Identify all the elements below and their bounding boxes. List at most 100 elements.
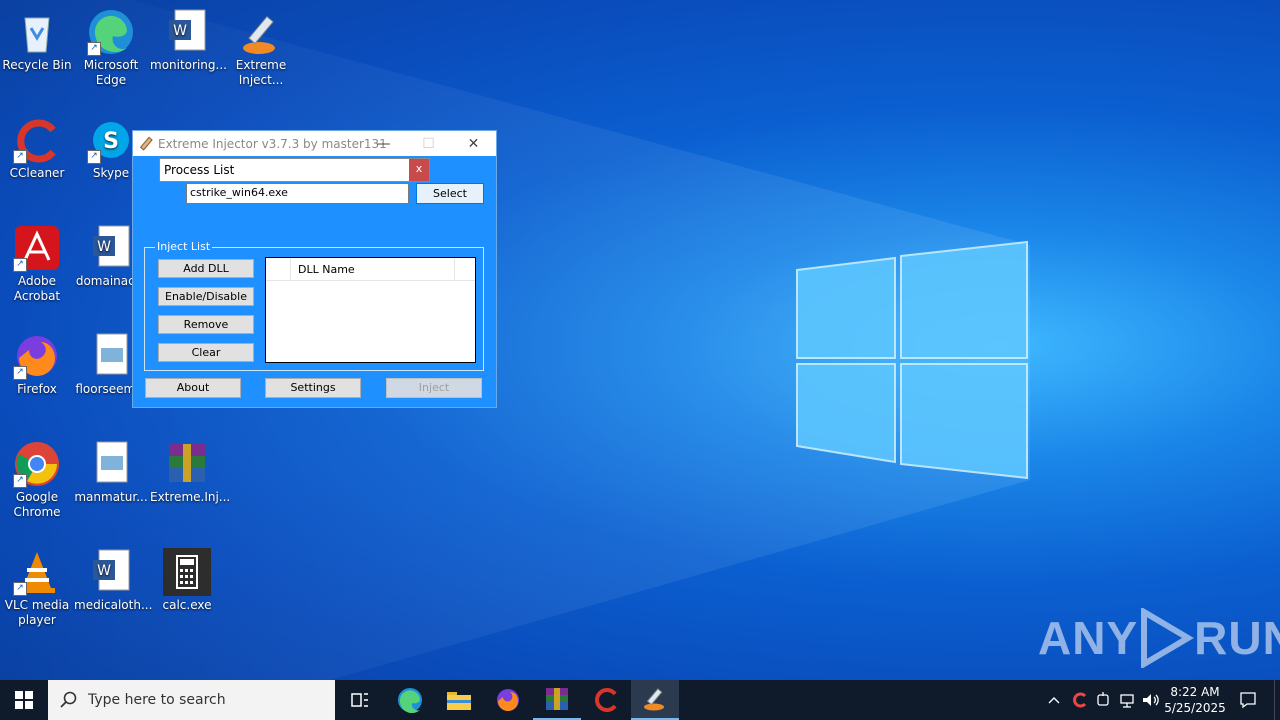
desktop-icon-medicaloth[interactable]: W medicaloth... bbox=[74, 548, 152, 613]
start-button[interactable] bbox=[0, 680, 48, 720]
about-button[interactable]: About bbox=[145, 378, 241, 398]
taskbar-file-explorer[interactable] bbox=[435, 680, 483, 720]
taskbar-winrar[interactable] bbox=[533, 680, 581, 720]
calculator-icon bbox=[163, 548, 211, 596]
syringe-icon bbox=[644, 688, 664, 711]
skype-icon: S ↗ bbox=[87, 116, 135, 164]
recycle-bin-icon bbox=[13, 8, 61, 56]
taskbar-extreme-injector[interactable] bbox=[631, 680, 679, 720]
chrome-icon: ↗ bbox=[13, 440, 61, 488]
inject-button[interactable]: Inject bbox=[386, 378, 482, 398]
remove-button[interactable]: Remove bbox=[158, 315, 254, 334]
search-icon bbox=[60, 691, 77, 708]
minimize-button[interactable]: — bbox=[361, 131, 406, 156]
shortcut-arrow-icon: ↗ bbox=[87, 42, 101, 56]
desktop-icon-extreme-inj-archive[interactable]: Extreme.Inj... bbox=[150, 440, 230, 505]
ccleaner-icon bbox=[595, 688, 617, 712]
icon-label: Microsoft Edge bbox=[83, 58, 139, 87]
taskbar-ccleaner[interactable] bbox=[582, 680, 630, 720]
desktop-icon-calc[interactable]: calc.exe bbox=[150, 548, 224, 613]
dll-name-column-header[interactable]: DLL Name bbox=[298, 263, 355, 276]
icon-label: medicaloth... bbox=[74, 598, 153, 612]
word-document-icon: W bbox=[163, 8, 211, 56]
action-center-button[interactable] bbox=[1234, 680, 1262, 720]
desktop-icon-vlc[interactable]: ↗ VLC media player bbox=[0, 548, 74, 628]
inject-list-group: Inject List Add DLL Enable/Disable Remov… bbox=[144, 240, 484, 371]
shortcut-arrow-icon: ↗ bbox=[13, 150, 27, 164]
image-file-icon bbox=[87, 440, 135, 488]
clear-button[interactable]: Clear bbox=[158, 343, 254, 362]
icon-label: VLC media player bbox=[4, 598, 70, 627]
shortcut-arrow-icon: ↗ bbox=[13, 474, 27, 488]
windows-start-icon bbox=[15, 691, 33, 709]
desktop-icon-ccleaner[interactable]: ↗ CCleaner bbox=[0, 116, 74, 181]
checkbox-column-divider bbox=[290, 258, 291, 280]
ccleaner-icon: ↗ bbox=[13, 116, 61, 164]
notification-icon bbox=[1240, 692, 1256, 709]
firefox-icon: ↗ bbox=[13, 332, 61, 380]
icon-label: CCleaner bbox=[9, 166, 65, 180]
show-desktop-button[interactable] bbox=[1274, 680, 1280, 720]
tray-overflow-chevron[interactable] bbox=[1044, 680, 1064, 720]
maximize-button[interactable]: ☐ bbox=[406, 131, 451, 156]
enable-disable-button[interactable]: Enable/Disable bbox=[158, 287, 254, 306]
shortcut-arrow-icon: ↗ bbox=[87, 150, 101, 164]
ccleaner-tray-icon bbox=[1073, 692, 1087, 708]
shortcut-arrow-icon: ↗ bbox=[13, 366, 27, 380]
chevron-up-icon bbox=[1048, 697, 1060, 704]
svg-text:S: S bbox=[103, 129, 119, 154]
process-list-close-button[interactable]: x bbox=[409, 159, 429, 181]
vlc-cone-icon: ↗ bbox=[13, 548, 61, 596]
process-list-label: Process List bbox=[164, 163, 235, 177]
desktop-icon-firefox[interactable]: ↗ Firefox bbox=[0, 332, 74, 397]
icon-label: Extreme.Inj... bbox=[150, 490, 231, 504]
desktop-icon-chrome[interactable]: ↗ Google Chrome bbox=[0, 440, 74, 520]
tray-clock[interactable]: 8:22 AM 5/25/2025 bbox=[1164, 680, 1226, 720]
image-file-icon bbox=[87, 332, 135, 380]
icon-label: Skype bbox=[92, 166, 130, 180]
add-dll-button[interactable]: Add DLL bbox=[158, 259, 254, 278]
desktop-icon-extreme-injector[interactable]: Extreme Inject... bbox=[224, 8, 298, 88]
close-button[interactable]: ✕ bbox=[451, 131, 496, 156]
network-icon bbox=[1120, 694, 1134, 708]
desktop-icon-manmatur[interactable]: manmatur... bbox=[74, 440, 148, 505]
device-icon bbox=[1097, 692, 1109, 706]
winrar-icon bbox=[546, 688, 568, 710]
clock-time: 8:22 AM bbox=[1170, 685, 1220, 699]
process-name-field[interactable]: cstrike_win64.exe bbox=[186, 183, 409, 204]
tray-network[interactable] bbox=[1116, 680, 1138, 720]
desktop-icon-edge[interactable]: ↗ Microsoft Edge bbox=[74, 8, 148, 88]
taskbar-edge[interactable] bbox=[386, 680, 434, 720]
desktop-icon-adobe-acrobat[interactable]: ↗ Adobe Acrobat bbox=[0, 224, 74, 304]
desktop-icon-monitoring[interactable]: W monitoring... bbox=[150, 8, 227, 73]
taskbar: Type here to search 8:22 AM 5/25/2025 bbox=[0, 680, 1280, 720]
shortcut-arrow-icon: ↗ bbox=[13, 582, 27, 596]
icon-label: Extreme Inject... bbox=[235, 58, 287, 87]
column-divider bbox=[454, 258, 455, 280]
icon-label: manmatur... bbox=[74, 490, 148, 504]
select-button[interactable]: Select bbox=[416, 183, 484, 204]
tray-device[interactable] bbox=[1092, 680, 1114, 720]
tray-volume[interactable] bbox=[1140, 680, 1162, 720]
icon-label: Google Chrome bbox=[13, 490, 61, 519]
anyrun-watermark: ANY RUN bbox=[1038, 608, 1280, 668]
settings-button[interactable]: Settings bbox=[265, 378, 361, 398]
window-titlebar[interactable]: Extreme Injector v3.7.3 by master131 — ☐… bbox=[133, 131, 496, 156]
word-document-icon: W bbox=[87, 548, 135, 596]
icon-label: Firefox bbox=[17, 382, 57, 396]
edge-icon bbox=[398, 688, 422, 713]
play-triangle-icon bbox=[1141, 608, 1195, 668]
dll-list-view[interactable]: DLL Name bbox=[265, 257, 476, 363]
syringe-icon bbox=[237, 8, 285, 56]
icon-label: calc.exe bbox=[162, 598, 212, 612]
task-view-button[interactable] bbox=[336, 680, 384, 720]
windows-logo-wallpaper bbox=[796, 240, 1028, 480]
taskbar-search-box[interactable]: Type here to search bbox=[48, 680, 335, 720]
tray-ccleaner[interactable] bbox=[1068, 680, 1090, 720]
icon-label: Adobe Acrobat bbox=[13, 274, 61, 303]
extreme-injector-window: Extreme Injector v3.7.3 by master131 — ☐… bbox=[132, 130, 497, 408]
svg-text:W: W bbox=[97, 239, 111, 255]
taskbar-firefox[interactable] bbox=[484, 680, 532, 720]
desktop-icon-recycle-bin[interactable]: Recycle Bin bbox=[0, 8, 74, 73]
shortcut-arrow-icon: ↗ bbox=[13, 258, 27, 272]
